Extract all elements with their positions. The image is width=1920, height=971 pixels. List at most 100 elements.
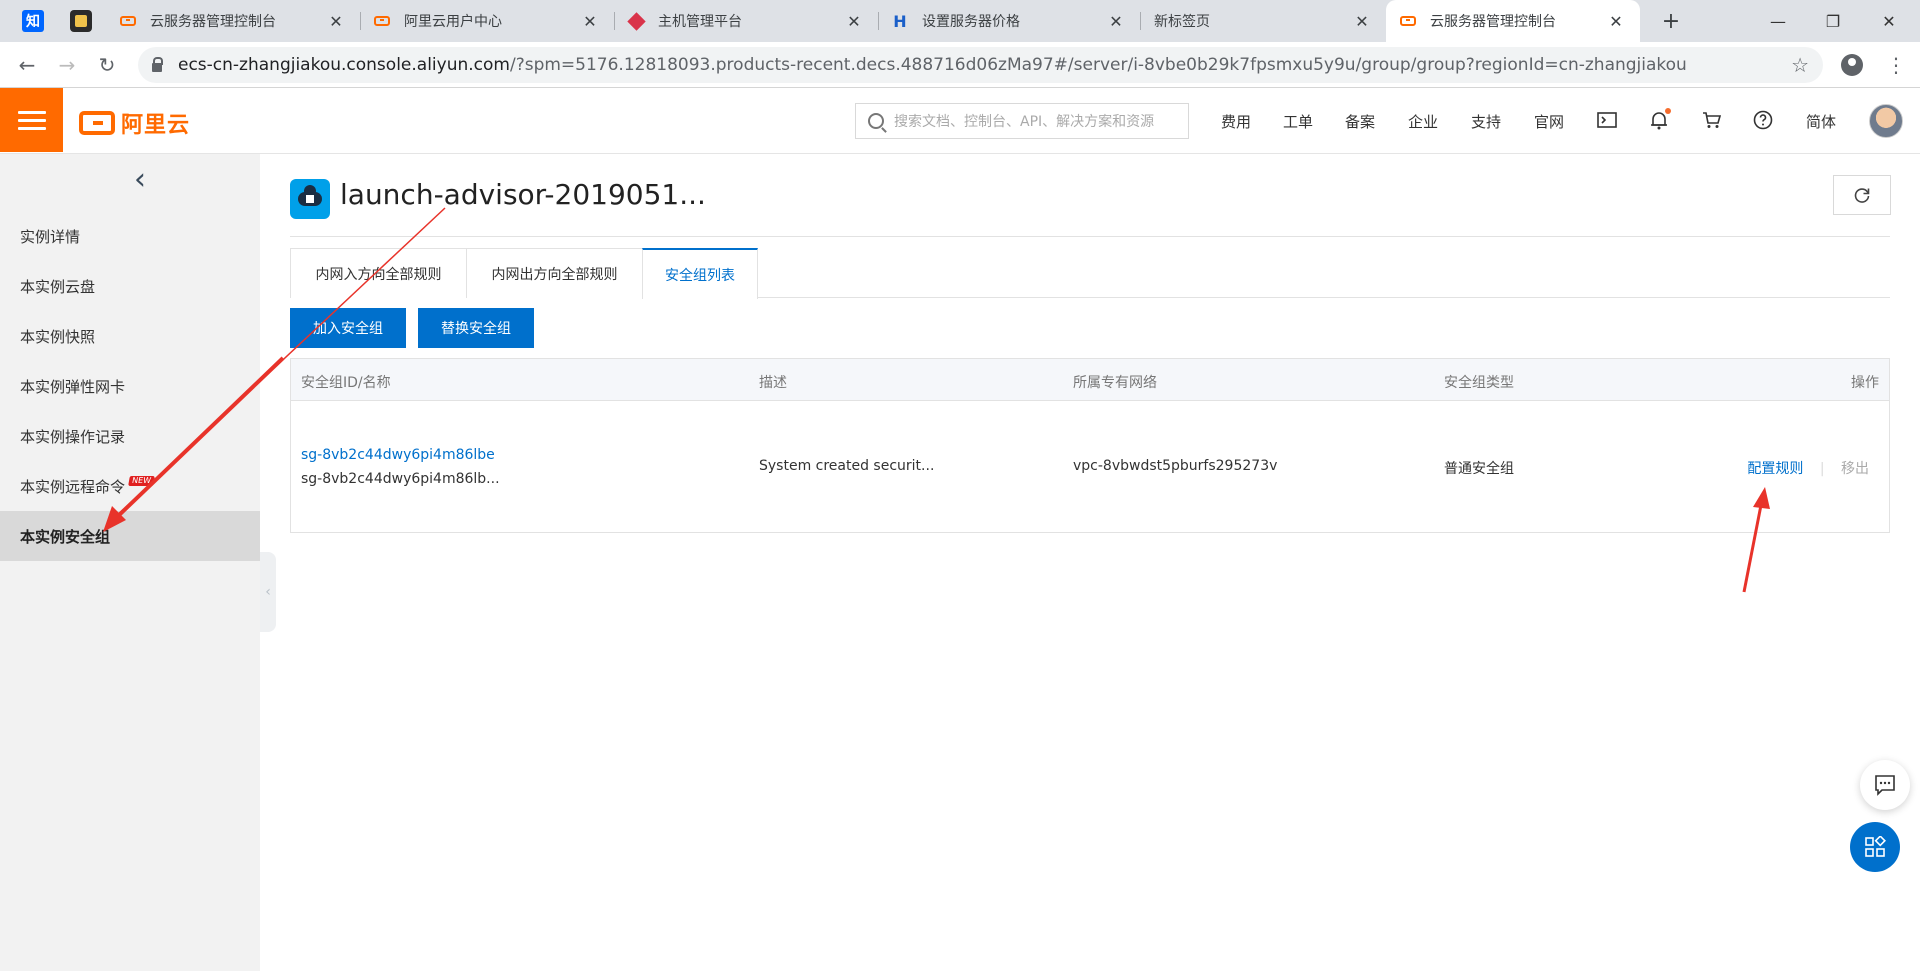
new-badge: NEW: [128, 476, 155, 486]
security-group-name: sg-8vb2c44dwy6pi4m86lb...: [301, 471, 500, 487]
chevron-left-icon[interactable]: ‹: [125, 162, 155, 197]
address-bar[interactable]: ecs-cn-zhangjiakou.console.aliyun.com/?s…: [138, 47, 1823, 83]
aliyun-logo[interactable]: 阿里云: [79, 107, 190, 139]
column-header-type: 安全组类型: [1444, 375, 1514, 391]
add-security-group-button[interactable]: 加入安全组: [290, 308, 406, 348]
chat-icon: [1875, 775, 1895, 796]
terminal-icon[interactable]: [1595, 108, 1619, 132]
security-group-table: 安全组ID/名称 描述 所属专有网络 安全组类型 操作 sg-8vb2c44dw…: [290, 358, 1890, 533]
column-header-id: 安全组ID/名称: [301, 375, 391, 391]
back-arrow-icon[interactable]: ←: [12, 50, 42, 80]
bell-icon[interactable]: [1647, 108, 1671, 132]
sidebar: ‹ 实例详情 本实例云盘 本实例快照 本实例弹性网卡 本实例操作记录 本实例远程…: [0, 154, 260, 971]
nav-enterprise[interactable]: 企业: [1408, 111, 1438, 132]
profile-icon[interactable]: [1838, 51, 1866, 79]
ecs-instance-icon: [290, 179, 330, 219]
window-close-icon[interactable]: ✕: [1866, 0, 1912, 42]
sidebar-item-operation-log[interactable]: 本实例操作记录: [0, 411, 260, 461]
tab-title: 设置服务器价格: [922, 14, 1020, 30]
avatar[interactable]: [1869, 104, 1903, 138]
pinned-tab-zhihu[interactable]: 知: [18, 6, 48, 36]
browser-tab-strip: 知 云服务器管理控制台 ✕ 阿里云用户中心 ✕ 主机管理平台 ✕ H 设置服务器…: [0, 0, 1920, 42]
browser-tab-active[interactable]: 云服务器管理控制台 ✕: [1386, 0, 1640, 42]
remove-link[interactable]: 移出: [1841, 461, 1869, 477]
aliyun-icon: [120, 13, 136, 29]
tab-title: 新标签页: [1154, 14, 1210, 30]
console-header: 阿里云 搜索文档、控制台、API、解决方案和资源 费用 工单 备案 企业 支持 …: [0, 88, 1920, 154]
content-tabs: 内网入方向全部规则 内网出方向全部规则 安全组列表: [290, 248, 1890, 299]
url-text: ecs-cn-zhangjiakou.console.aliyun.com/?s…: [178, 55, 1687, 75]
sidebar-item-instance-details[interactable]: 实例详情: [0, 211, 260, 261]
lock-icon: [152, 56, 163, 72]
tab-ingress-rules[interactable]: 内网入方向全部规则: [290, 248, 467, 298]
configure-rules-link[interactable]: 配置规则: [1747, 461, 1803, 477]
tab-title: 云服务器管理控制台: [1430, 14, 1556, 30]
search-input[interactable]: 搜索文档、控制台、API、解决方案和资源: [855, 103, 1189, 139]
security-group-id-link[interactable]: sg-8vb2c44dwy6pi4m86lbe: [301, 447, 495, 463]
tab-title: 主机管理平台: [658, 14, 742, 30]
bookmark-star-icon[interactable]: ☆: [1791, 53, 1809, 77]
column-header-vpc: 所属专有网络: [1073, 375, 1157, 391]
refresh-icon: [1854, 188, 1870, 203]
nav-fees[interactable]: 费用: [1221, 111, 1251, 132]
browser-tab[interactable]: 主机管理平台 ✕: [614, 0, 879, 42]
row-actions: 配置规则 | 移出: [1747, 458, 1869, 478]
language-switch[interactable]: 简体: [1806, 111, 1836, 132]
security-group-description: System created securit...: [759, 458, 935, 474]
column-header-description: 描述: [759, 375, 787, 391]
apps-button[interactable]: [1850, 822, 1900, 872]
nav-tickets[interactable]: 工单: [1283, 111, 1313, 132]
more-menu-icon[interactable]: ⋮: [1882, 51, 1910, 79]
table-header: 安全组ID/名称 描述 所属专有网络 安全组类型 操作: [291, 359, 1889, 401]
security-group-vpc: vpc-8vbwdst5pburfs295273v: [1073, 458, 1278, 474]
search-icon: [868, 113, 884, 129]
menu-icon[interactable]: [0, 88, 63, 152]
close-icon[interactable]: ✕: [844, 11, 864, 31]
close-icon[interactable]: ✕: [326, 11, 346, 31]
close-icon[interactable]: ✕: [1106, 11, 1126, 31]
nav-filing[interactable]: 备案: [1345, 111, 1375, 132]
sidebar-collapse-handle[interactable]: ‹: [260, 552, 276, 632]
browser-tab[interactable]: 阿里云用户中心 ✕: [360, 0, 615, 42]
aliyun-icon: [374, 13, 390, 29]
replace-security-group-button[interactable]: 替换安全组: [418, 308, 534, 348]
diamond-icon: [626, 11, 646, 31]
column-header-actions: 操作: [1851, 375, 1879, 391]
forward-arrow-icon[interactable]: →: [52, 50, 82, 80]
pinned-tab-app[interactable]: [66, 6, 96, 36]
close-icon[interactable]: ✕: [580, 11, 600, 31]
refresh-button[interactable]: [1833, 175, 1891, 215]
close-icon[interactable]: ✕: [1606, 11, 1626, 31]
new-tab-button[interactable]: +: [1656, 6, 1686, 36]
tab-egress-rules[interactable]: 内网出方向全部规则: [466, 248, 643, 298]
search-placeholder: 搜索文档、控制台、API、解决方案和资源: [894, 114, 1155, 130]
security-group-type: 普通安全组: [1444, 461, 1514, 477]
tab-security-group-list[interactable]: 安全组列表: [642, 248, 758, 299]
aliyun-logo-icon: [79, 111, 115, 135]
app-icon: [70, 10, 92, 32]
nav-official-site[interactable]: 官网: [1534, 111, 1564, 132]
zhihu-icon: 知: [22, 10, 44, 32]
sidebar-item-eni[interactable]: 本实例弹性网卡: [0, 361, 260, 411]
sidebar-item-security-groups[interactable]: 本实例安全组: [0, 511, 260, 561]
aliyun-icon: [1400, 13, 1416, 29]
reload-icon[interactable]: ↻: [92, 50, 122, 80]
cart-icon[interactable]: [1700, 108, 1724, 132]
minimize-icon[interactable]: —: [1755, 0, 1801, 42]
sidebar-item-remote-commands[interactable]: 本实例远程命令 NEW: [0, 461, 260, 511]
sidebar-item-disks[interactable]: 本实例云盘: [0, 261, 260, 311]
help-icon[interactable]: [1751, 108, 1775, 132]
browser-toolbar: ← → ↻ ecs-cn-zhangjiakou.console.aliyun.…: [0, 42, 1920, 88]
browser-tab[interactable]: 云服务器管理控制台 ✕: [106, 0, 361, 42]
browser-tab[interactable]: 新标签页 ✕: [1140, 0, 1386, 42]
restore-icon[interactable]: ❐: [1810, 0, 1856, 42]
sidebar-item-snapshots[interactable]: 本实例快照: [0, 311, 260, 361]
tab-title: 云服务器管理控制台: [150, 14, 276, 30]
close-icon[interactable]: ✕: [1352, 11, 1372, 31]
chat-button[interactable]: [1860, 760, 1910, 810]
h-icon: H: [893, 11, 907, 31]
divider: [290, 236, 1890, 237]
browser-tab[interactable]: H 设置服务器价格 ✕: [878, 0, 1141, 42]
nav-support[interactable]: 支持: [1471, 111, 1501, 132]
page-title: launch-advisor-2019051...: [340, 178, 706, 211]
